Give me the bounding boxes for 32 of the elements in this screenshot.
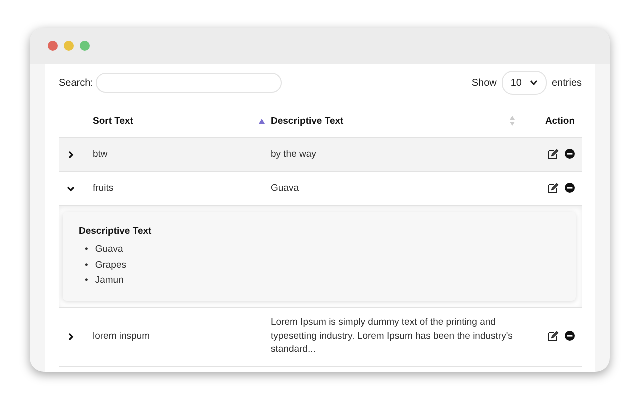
list-item: Grapes: [95, 258, 126, 272]
table-cell-text: btw: [93, 148, 109, 162]
search-field[interactable]: [96, 73, 282, 93]
bullet: •: [85, 274, 88, 288]
chevron-right-icon[interactable]: [66, 332, 76, 342]
column-header[interactable]: Sort Text: [93, 116, 134, 126]
caret-icon: [530, 80, 538, 86]
remove-icon[interactable]: [565, 183, 575, 193]
table-cell-text: Guava: [271, 182, 300, 196]
column-header[interactable]: Action: [545, 116, 575, 126]
close-icon[interactable]: [48, 41, 58, 51]
page-size-select[interactable]: 10: [502, 71, 547, 95]
search-label: Search:: [59, 78, 94, 88]
edit-icon[interactable]: [548, 149, 559, 160]
remove-icon[interactable]: [565, 149, 575, 159]
show-label: Show: [472, 78, 497, 88]
list-item: Guava: [95, 243, 124, 257]
detail-title: Descriptive Text: [79, 226, 153, 237]
table-cell-text: lorem inspum: [93, 330, 152, 344]
bullet: •: [85, 258, 88, 272]
table-cell-text: by the way: [271, 148, 318, 162]
table-cell-text: fruits: [93, 182, 115, 196]
entries-label: entries: [552, 78, 582, 88]
edit-icon[interactable]: [548, 331, 559, 342]
column-header[interactable]: Descriptive Text: [271, 116, 344, 126]
sort-ascending-icon[interactable]: [259, 118, 265, 124]
remove-icon[interactable]: [565, 331, 575, 341]
edit-icon[interactable]: [548, 183, 559, 194]
chevron-right-icon[interactable]: [66, 150, 76, 160]
list-item: Jamun: [95, 274, 124, 288]
table-cell-text: Lorem Ipsum is simply dummy text of the printing and typesetting industry. Lorem Ipsum has been the industry's standard...: [271, 316, 514, 358]
bullet: •: [85, 243, 88, 257]
